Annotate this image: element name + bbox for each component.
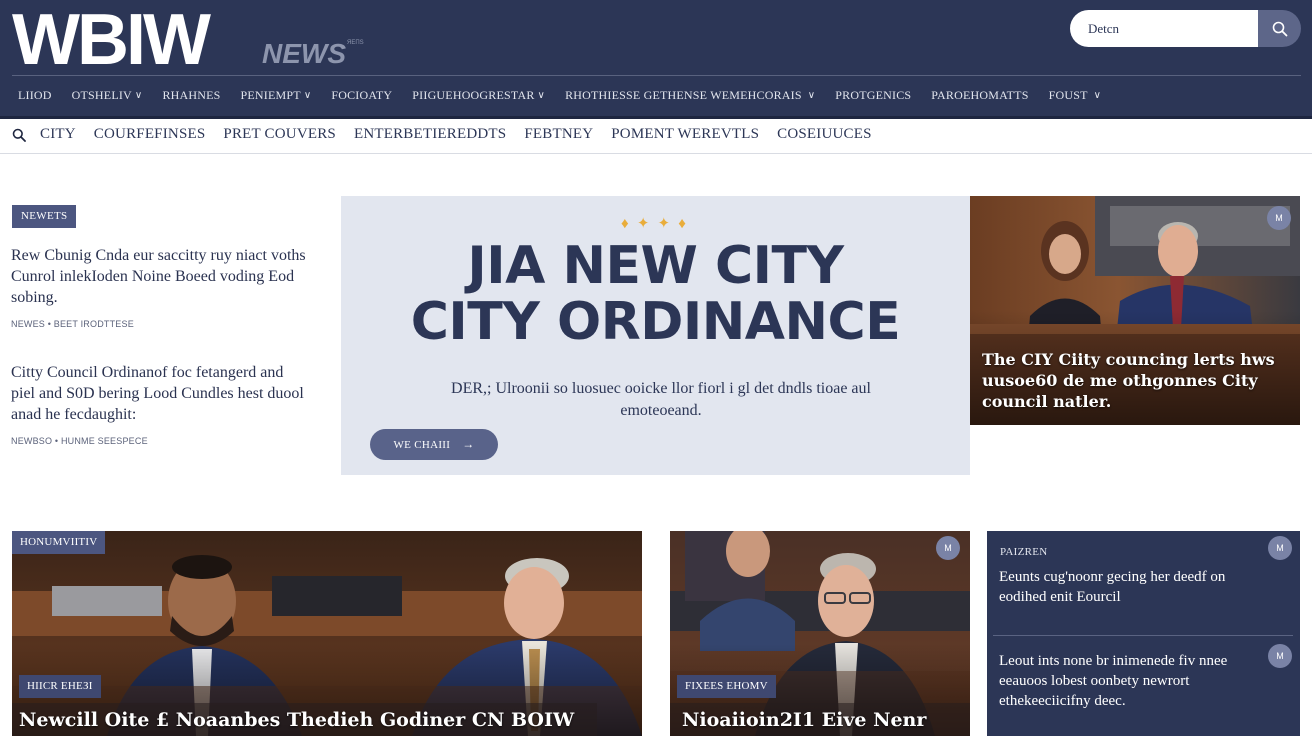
sidebar-story-card: PAIZREN M Eeunts cug'noonr gecing her de… [987,531,1300,736]
nav-item-label: PAROEHOMATTS [931,87,1029,102]
nav-item-label: PIIGUEHOOGRESTAR [412,87,535,102]
nav-item[interactable]: OTSHELIV ∨ [72,88,143,103]
site-header: WBIW NEWS ЯЕПЅ LIIOD OTSHELIV∨ RHAHNES P… [0,0,1312,116]
nav-item-label: PENIEMPT [240,87,301,102]
category-chip[interactable]: HONUMVIITIV [12,531,106,554]
search-button[interactable] [1258,10,1301,47]
card-divider [993,635,1293,636]
section-nav: CITY COURFEFINSES PRET COUVERS ENTERBETI… [0,116,1312,154]
card-story-link[interactable]: Eeunts cug'noonr gecing her deedf on eod… [999,567,1274,607]
section-link-city[interactable]: CITY [40,126,76,143]
nav-item[interactable]: PENIEMPT ∨ [241,88,312,103]
hero-banner: ♦ ✦ ✦ ♦ JIA NEW CITY CITY ORDINANCE DER,… [341,196,970,475]
logo-tagline: ЯЕПЅ [347,40,364,46]
photo-caption: The CIY Ciity councing lerts hws uusoe60… [982,350,1275,411]
search-bar [1070,10,1301,47]
nav-item-label: RHAHNES [162,87,221,102]
section-chip[interactable]: HIICR ЕНЕЗІ [19,675,101,698]
photo-caption: Newcill Oite £ Noaanbes Thedieh Godiner … [12,703,597,736]
photo-caption: Nioaiioin2I1 Eive Nenr Winle [670,703,970,736]
hero-cta-button[interactable]: WE CHAIII → [370,429,498,460]
section-link[interactable]: COURFEFINSES [94,126,206,143]
chevron-down-icon: ∨ [1093,89,1102,101]
featured-photo-council[interactable]: M The CIY Ciity councing lerts hws uusoe… [970,196,1300,425]
nav-item[interactable]: PAROEHOMATTS [931,88,1028,103]
nav-item[interactable]: FOUST ∨ [1049,88,1102,103]
section-chip[interactable]: FIXEES EHOMV [677,675,776,698]
nav-item-label: PROTGENICS [835,87,912,102]
section-link[interactable]: FEBTNEY [524,126,593,143]
site-logo[interactable]: WBIW [12,2,211,78]
logo-news-label: NEWS [262,38,346,69]
section-link[interactable]: ENTERBETIEREDDTS [354,126,506,143]
card-section-label: PAIZREN [1000,546,1048,558]
search-input[interactable] [1070,10,1258,47]
chevron-down-icon: ∨ [303,89,312,101]
story-photo-council-members[interactable]: HONUMVIITIV HIICR ЕНЕЗІ Newcill Oite £ N… [12,531,642,736]
header-divider [12,75,1301,76]
nav-item[interactable]: RHOTHIESSE GETHENSE WEMEHCORAIS ∨ [565,88,815,103]
story-headline[interactable]: Citty Council Ordinanof foc fetangerd an… [11,362,311,425]
hero-title-line: JIA NEW CITY [467,236,844,296]
section-link[interactable]: COSEIUUCES [777,126,872,143]
hero-title-line: CITY ORDINANCE [410,292,901,352]
nav-item-label: FOUST [1048,87,1088,102]
hero-description: DER,; Ulroonii so luosuec ooicke llor fi… [451,380,871,419]
story-headline[interactable]: Rew Cbunig Cnda eur saccitty ruy niact v… [11,245,311,308]
news-category-tag[interactable]: NEWETS [12,205,77,228]
bookmark-badge[interactable]: M [1267,206,1291,230]
section-link[interactable]: POMENT WEREVTLS [611,126,759,143]
nav-item-label: OTSHELIV [71,87,132,102]
hero-cta-label: WE CHAIII [393,438,451,451]
main-nav: LIIOD OTSHELIV ∨ RHAHNES PENIEMPT ∨ FOCIOA… [18,86,1121,104]
nav-item-label: LIIOD [18,87,52,102]
nav-item-label: FOCIOATY [331,87,393,102]
hero-stars-decoration: ♦ ✦ ✦ ♦ [621,215,688,232]
nav-item[interactable]: PIIGUEHOOGRESTAR ∨ [412,88,545,103]
story-photo-official[interactable]: M FIXEES EHOMV Nioaiioin2I1 Eive Nenr Wi… [670,531,970,736]
story-meta: NEWBSO • HUNME SEESPECE [11,436,148,446]
story-meta: NEWES • BEET IRODTTESE [11,319,134,329]
bookmark-badge[interactable]: M [1268,536,1292,560]
bookmark-badge[interactable]: M [936,536,960,560]
nav-item[interactable]: LIIOD [18,88,52,103]
section-link[interactable]: PRET COUVERS [223,126,336,143]
search-icon [1272,21,1287,36]
chevron-down-icon: ∨ [537,89,546,101]
chevron-down-icon: ∨ [134,89,143,101]
nav-item-label: RHOTHIESSE GETHENSE WEMEHCORAIS [565,87,802,102]
hero-title: JIA NEW CITY CITY ORDINANCE [341,238,970,350]
arrow-right-icon: → [462,437,475,451]
nav-item[interactable]: FOCIOATY [331,88,392,103]
nav-item[interactable]: RHAHNES [162,88,220,103]
card-story-link[interactable]: Leout ints none br inimenede fiv nnee ee… [999,651,1274,711]
search-icon[interactable] [12,128,26,142]
nav-item[interactable]: PROTGENICS [835,88,911,103]
chevron-down-icon: ∨ [807,89,816,101]
